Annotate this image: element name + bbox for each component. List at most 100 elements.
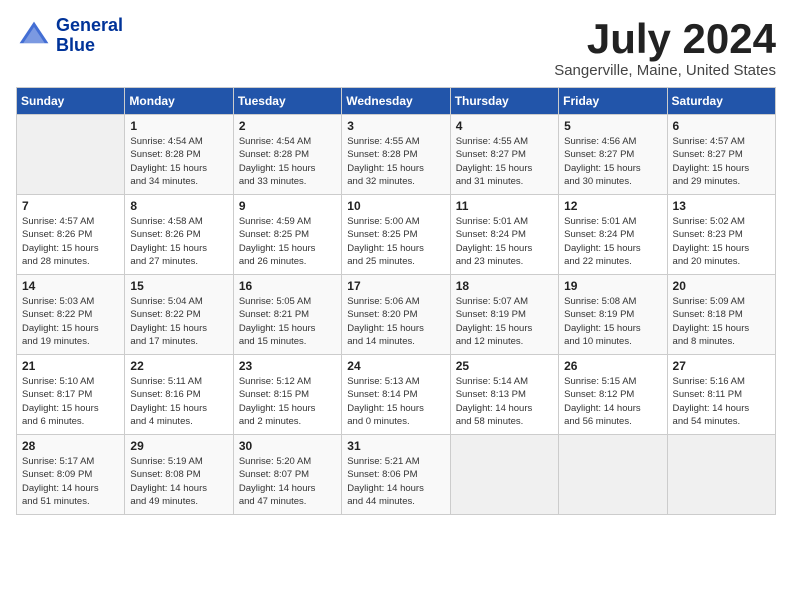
day-number: 29: [130, 439, 227, 453]
weekday-header: Tuesday: [233, 88, 341, 115]
calendar-cell: 1 Sunrise: 4:54 AM Sunset: 8:28 PM Daylig…: [125, 115, 233, 195]
day-info: Sunrise: 5:04 AM Sunset: 8:22 PM Dayligh…: [130, 295, 227, 348]
day-number: 9: [239, 199, 336, 213]
day-info: Sunrise: 5:10 AM Sunset: 8:17 PM Dayligh…: [22, 375, 119, 428]
day-info: Sunrise: 4:56 AM Sunset: 8:27 PM Dayligh…: [564, 135, 661, 188]
day-number: 24: [347, 359, 444, 373]
calendar-cell: 24 Sunrise: 5:13 AM Sunset: 8:14 PM Dayli…: [342, 355, 450, 435]
calendar-cell: 11 Sunrise: 5:01 AM Sunset: 8:24 PM Dayli…: [450, 195, 558, 275]
calendar-cell: 26Sunrise: 5:15 AM Sunset: 8:12 PM Dayli…: [559, 355, 667, 435]
day-number: 16: [239, 279, 336, 293]
location: Sangerville, Maine, United States: [554, 62, 776, 79]
logo-text: General Blue: [56, 16, 123, 56]
calendar-cell: 12 Sunrise: 5:01 AM Sunset: 8:24 PM Dayli…: [559, 195, 667, 275]
day-number: 3: [347, 119, 444, 133]
day-number: 18: [456, 279, 553, 293]
weekday-header: Wednesday: [342, 88, 450, 115]
day-info: Sunrise: 5:21 AM Sunset: 8:06 PM Dayligh…: [347, 455, 444, 508]
day-info: Sunrise: 4:55 AM Sunset: 8:27 PM Dayligh…: [456, 135, 553, 188]
day-info: Sunrise: 5:05 AM Sunset: 8:21 PM Dayligh…: [239, 295, 336, 348]
calendar-cell: 31 Sunrise: 5:21 AM Sunset: 8:06 PM Dayli…: [342, 435, 450, 515]
day-number: 13: [673, 199, 770, 213]
day-number: 17: [347, 279, 444, 293]
day-number: 6: [673, 119, 770, 133]
calendar-cell: [450, 435, 558, 515]
day-info: Sunrise: 5:02 AM Sunset: 8:23 PM Dayligh…: [673, 215, 770, 268]
calendar-cell: 9 Sunrise: 4:59 AM Sunset: 8:25 PM Daylig…: [233, 195, 341, 275]
calendar-week-row: 14Sunrise: 5:03 AM Sunset: 8:22 PM Dayli…: [17, 275, 776, 355]
weekday-header: Friday: [559, 88, 667, 115]
day-info: Sunrise: 5:01 AM Sunset: 8:24 PM Dayligh…: [564, 215, 661, 268]
day-info: Sunrise: 5:12 AM Sunset: 8:15 PM Dayligh…: [239, 375, 336, 428]
day-info: Sunrise: 4:59 AM Sunset: 8:25 PM Dayligh…: [239, 215, 336, 268]
calendar-cell: 15Sunrise: 5:04 AM Sunset: 8:22 PM Dayli…: [125, 275, 233, 355]
calendar-cell: 30 Sunrise: 5:20 AM Sunset: 8:07 PM Dayli…: [233, 435, 341, 515]
day-info: Sunrise: 5:06 AM Sunset: 8:20 PM Dayligh…: [347, 295, 444, 348]
calendar-cell: 2 Sunrise: 4:54 AM Sunset: 8:28 PM Daylig…: [233, 115, 341, 195]
day-number: 11: [456, 199, 553, 213]
header-row: SundayMondayTuesdayWednesdayThursdayFrid…: [17, 88, 776, 115]
day-info: Sunrise: 5:11 AM Sunset: 8:16 PM Dayligh…: [130, 375, 227, 428]
calendar-cell: 5 Sunrise: 4:56 AM Sunset: 8:27 PM Daylig…: [559, 115, 667, 195]
calendar-cell: 7Sunrise: 4:57 AM Sunset: 8:26 PM Daylig…: [17, 195, 125, 275]
calendar-cell: 25Sunrise: 5:14 AM Sunset: 8:13 PM Dayli…: [450, 355, 558, 435]
calendar-cell: 18Sunrise: 5:07 AM Sunset: 8:19 PM Dayli…: [450, 275, 558, 355]
day-info: Sunrise: 5:01 AM Sunset: 8:24 PM Dayligh…: [456, 215, 553, 268]
weekday-header: Saturday: [667, 88, 775, 115]
day-info: Sunrise: 4:58 AM Sunset: 8:26 PM Dayligh…: [130, 215, 227, 268]
calendar-cell: 13 Sunrise: 5:02 AM Sunset: 8:23 PM Dayli…: [667, 195, 775, 275]
day-info: Sunrise: 5:13 AM Sunset: 8:14 PM Dayligh…: [347, 375, 444, 428]
day-info: Sunrise: 5:20 AM Sunset: 8:07 PM Dayligh…: [239, 455, 336, 508]
day-number: 8: [130, 199, 227, 213]
day-number: 31: [347, 439, 444, 453]
calendar-cell: 21Sunrise: 5:10 AM Sunset: 8:17 PM Dayli…: [17, 355, 125, 435]
day-number: 26: [564, 359, 661, 373]
logo: General Blue: [16, 16, 123, 56]
weekday-header: Monday: [125, 88, 233, 115]
day-info: Sunrise: 4:55 AM Sunset: 8:28 PM Dayligh…: [347, 135, 444, 188]
day-number: 22: [130, 359, 227, 373]
logo-icon: [16, 18, 52, 54]
day-number: 5: [564, 119, 661, 133]
day-info: Sunrise: 4:54 AM Sunset: 8:28 PM Dayligh…: [130, 135, 227, 188]
calendar-cell: 14Sunrise: 5:03 AM Sunset: 8:22 PM Dayli…: [17, 275, 125, 355]
title-block: July 2024 Sangerville, Maine, United Sta…: [554, 16, 776, 79]
month-title: July 2024: [554, 16, 776, 62]
calendar-cell: 22 Sunrise: 5:11 AM Sunset: 8:16 PM Dayli…: [125, 355, 233, 435]
day-number: 2: [239, 119, 336, 133]
calendar-cell: 4Sunrise: 4:55 AM Sunset: 8:27 PM Daylig…: [450, 115, 558, 195]
calendar-cell: [17, 115, 125, 195]
day-info: Sunrise: 5:08 AM Sunset: 8:19 PM Dayligh…: [564, 295, 661, 348]
calendar-cell: 17 Sunrise: 5:06 AM Sunset: 8:20 PM Dayli…: [342, 275, 450, 355]
calendar-cell: [667, 435, 775, 515]
calendar-cell: 27 Sunrise: 5:16 AM Sunset: 8:11 PM Dayli…: [667, 355, 775, 435]
calendar-week-row: 1 Sunrise: 4:54 AM Sunset: 8:28 PM Daylig…: [17, 115, 776, 195]
calendar-cell: 20Sunrise: 5:09 AM Sunset: 8:18 PM Dayli…: [667, 275, 775, 355]
weekday-header: Sunday: [17, 88, 125, 115]
calendar-week-row: 21Sunrise: 5:10 AM Sunset: 8:17 PM Dayli…: [17, 355, 776, 435]
calendar-cell: 16 Sunrise: 5:05 AM Sunset: 8:21 PM Dayli…: [233, 275, 341, 355]
calendar-table: SundayMondayTuesdayWednesdayThursdayFrid…: [16, 87, 776, 515]
calendar-cell: 10Sunrise: 5:00 AM Sunset: 8:25 PM Dayli…: [342, 195, 450, 275]
day-number: 19: [564, 279, 661, 293]
calendar-cell: 3 Sunrise: 4:55 AM Sunset: 8:28 PM Daylig…: [342, 115, 450, 195]
day-info: Sunrise: 5:16 AM Sunset: 8:11 PM Dayligh…: [673, 375, 770, 428]
weekday-header: Thursday: [450, 88, 558, 115]
day-info: Sunrise: 5:03 AM Sunset: 8:22 PM Dayligh…: [22, 295, 119, 348]
day-number: 28: [22, 439, 119, 453]
day-number: 30: [239, 439, 336, 453]
day-number: 1: [130, 119, 227, 133]
day-number: 12: [564, 199, 661, 213]
calendar-cell: 6Sunrise: 4:57 AM Sunset: 8:27 PM Daylig…: [667, 115, 775, 195]
day-info: Sunrise: 5:09 AM Sunset: 8:18 PM Dayligh…: [673, 295, 770, 348]
day-number: 25: [456, 359, 553, 373]
page-header: General Blue July 2024 Sangerville, Main…: [16, 16, 776, 79]
day-info: Sunrise: 4:54 AM Sunset: 8:28 PM Dayligh…: [239, 135, 336, 188]
calendar-cell: 23Sunrise: 5:12 AM Sunset: 8:15 PM Dayli…: [233, 355, 341, 435]
day-number: 27: [673, 359, 770, 373]
day-info: Sunrise: 5:17 AM Sunset: 8:09 PM Dayligh…: [22, 455, 119, 508]
calendar-week-row: 7Sunrise: 4:57 AM Sunset: 8:26 PM Daylig…: [17, 195, 776, 275]
day-number: 7: [22, 199, 119, 213]
calendar-cell: [559, 435, 667, 515]
day-info: Sunrise: 5:00 AM Sunset: 8:25 PM Dayligh…: [347, 215, 444, 268]
